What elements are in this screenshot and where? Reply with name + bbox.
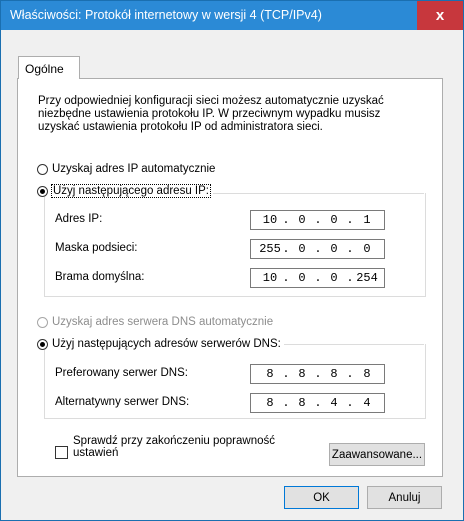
alternate-dns-label: Alternatywny serwer DNS:: [55, 396, 190, 408]
subnet-mask-input[interactable]: 255 . 0 . 0 . 0: [250, 239, 385, 259]
validate-label: Sprawdź przy zakończeniu poprawność usta…: [73, 435, 275, 459]
ip-manual-label: Użyj następującego adresu IP:: [51, 184, 211, 198]
radio-selected-icon: [37, 338, 48, 350]
cancel-button[interactable]: Anuluj: [367, 486, 442, 509]
advanced-button[interactable]: Zaawansowane...: [329, 443, 425, 466]
tab-general[interactable]: Ogólne: [18, 56, 80, 79]
ip-auto-label: Uzyskaj adres IP automatycznie: [52, 163, 216, 175]
ip-address-input[interactable]: 10 . 0 . 0 . 1: [250, 210, 385, 230]
dns-auto-radio[interactable]: Uzyskaj adres serwera DNS automatycznie: [37, 316, 273, 328]
validate-checkbox[interactable]: [55, 446, 68, 459]
title-bar[interactable]: Właściwości: Protokół internetowy w wers…: [1, 1, 463, 30]
radio-selected-icon: [37, 185, 48, 197]
properties-dialog: Właściwości: Protokół internetowy w wers…: [0, 0, 464, 521]
subnet-mask-label: Maska podsieci:: [55, 242, 138, 254]
radio-unselected-icon: [37, 163, 48, 175]
default-gateway-input[interactable]: 10 . 0 . 0 . 254: [250, 268, 385, 288]
dns-manual-label: Użyj następujących adresów serwerów DNS:: [52, 338, 281, 350]
window-title: Właściwości: Protokół internetowy w wers…: [10, 8, 322, 22]
close-button[interactable]: x: [417, 1, 463, 30]
cancel-button-label: Anuluj: [388, 491, 421, 504]
ip-auto-radio[interactable]: Uzyskaj adres IP automatycznie: [37, 163, 215, 175]
ok-button-label: OK: [313, 491, 330, 504]
dns-manual-radio[interactable]: Użyj następujących adresów serwerów DNS:: [37, 338, 284, 350]
tab-general-label: Ogólne: [25, 62, 64, 76]
general-tab-panel: Przy odpowiedniej konfiguracji sieci moż…: [17, 78, 443, 477]
advanced-button-label: Zaawansowane...: [331, 448, 423, 461]
default-gateway-label: Brama domyślna:: [55, 271, 145, 283]
ok-button[interactable]: OK: [284, 486, 359, 509]
ip-address-label: Adres IP:: [55, 213, 103, 225]
preferred-dns-input[interactable]: 8 . 8 . 8 . 8: [250, 364, 385, 384]
dns-auto-label: Uzyskaj adres serwera DNS automatycznie: [52, 316, 274, 328]
radio-unselected-icon: [37, 316, 48, 328]
close-icon: x: [435, 7, 445, 24]
ip-manual-radio[interactable]: Użyj następującego adresu IP:: [37, 184, 213, 198]
preferred-dns-label: Preferowany serwer DNS:: [55, 367, 188, 379]
alternate-dns-input[interactable]: 8 . 8 . 4 . 4: [250, 393, 385, 413]
intro-text: Przy odpowiedniej konfiguracji sieci moż…: [38, 95, 384, 133]
